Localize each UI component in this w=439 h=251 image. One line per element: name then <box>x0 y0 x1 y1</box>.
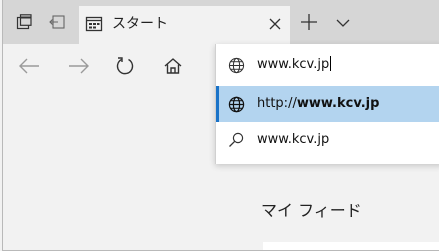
tab-bar: スタート <box>3 0 439 44</box>
globe-icon <box>226 55 246 75</box>
selection-accent <box>216 86 219 122</box>
address-bar-dropdown: www.kcv.jp http://www.kcv.jp www.kcv.jp <box>215 44 439 164</box>
close-icon[interactable] <box>265 14 285 34</box>
suggestion-url-text: http://www.kcv.jp <box>257 96 380 111</box>
chevron-down-icon[interactable] <box>335 14 355 32</box>
suggestion-url[interactable]: http://www.kcv.jp <box>216 86 439 122</box>
refresh-icon[interactable] <box>113 54 137 78</box>
tab-actions-icon[interactable] <box>14 12 34 32</box>
my-feed-heading: マイ フィード <box>261 201 362 220</box>
arrow-right-icon[interactable] <box>67 54 91 78</box>
globe-icon <box>226 94 246 114</box>
tab-start[interactable]: スタート <box>79 6 290 44</box>
start-page-icon <box>85 15 105 35</box>
suggestion-search-text: www.kcv.jp <box>257 132 330 147</box>
address-value: www.kcv.jp <box>257 56 332 72</box>
feed-card[interactable] <box>263 242 439 250</box>
home-icon[interactable] <box>161 54 185 78</box>
suggestion-search[interactable]: www.kcv.jp <box>216 122 439 158</box>
tab-title: スタート <box>112 16 168 32</box>
plus-icon[interactable] <box>299 12 321 34</box>
browser-window: スタート マイ フィード www.kcv.jp http://www.kcv.j… <box>2 0 439 251</box>
set-aside-tabs-icon[interactable] <box>47 12 67 32</box>
address-input[interactable]: www.kcv.jp <box>216 44 439 86</box>
arrow-left-icon[interactable] <box>17 54 41 78</box>
search-icon <box>226 130 246 150</box>
